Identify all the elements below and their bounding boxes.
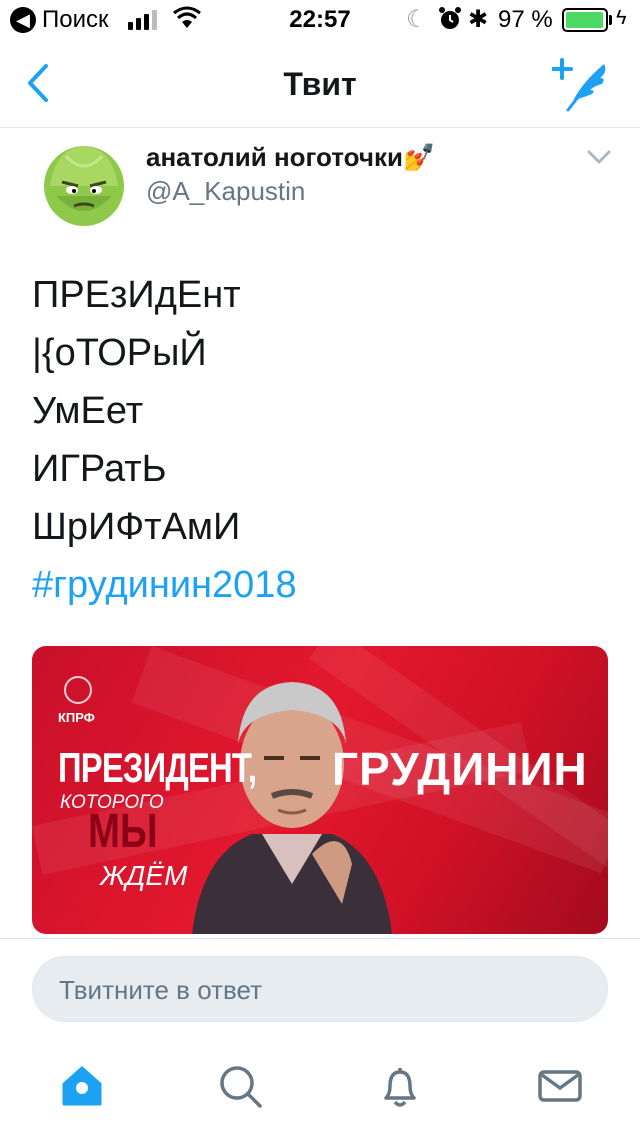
- navigation-bar: Твит: [0, 40, 640, 128]
- page-title: Твит: [283, 66, 357, 102]
- poster-accent: МЫ: [88, 805, 158, 858]
- tweet-text: ПРЕзИдЕнт |{оТОРыЙ УмЕет ИГРатЬ ШрИФтАмИ…: [32, 266, 612, 614]
- messages-icon[interactable]: [536, 1062, 584, 1110]
- tweet-detail-screen: ◀ Поиск 22:57 ☾ ✱ 97 % ϟ Твит анатолий н…: [0, 0, 640, 1136]
- battery-percent: 97 %: [498, 6, 553, 33]
- hammer-sickle-emblem-icon: [64, 676, 92, 704]
- search-icon[interactable]: [216, 1062, 264, 1110]
- party-label: КПРФ: [58, 710, 95, 725]
- charging-icon: ϟ: [616, 7, 627, 29]
- do-not-disturb-icon: ☾: [406, 6, 428, 33]
- tweet-media-image[interactable]: КПРФ ПРЕЗИДЕНТ, КОТОРОГО МЫ ЖДЁМ ГРУДИНИ…: [32, 646, 608, 934]
- cabbage-avatar-image: [44, 146, 124, 226]
- tweet-line: УмЕет: [32, 390, 144, 432]
- poster-headline: ПРЕЗИДЕНТ,: [58, 744, 257, 791]
- tweet-line: ПРЕзИдЕнт: [32, 274, 241, 316]
- status-bar: ◀ Поиск 22:57 ☾ ✱ 97 % ϟ: [0, 0, 640, 40]
- reply-input[interactable]: Твитните в ответ: [32, 956, 608, 1022]
- battery-icon: [562, 8, 608, 32]
- home-icon[interactable]: [58, 1062, 106, 1110]
- tweet-line: ШрИФтАмИ: [32, 506, 241, 548]
- author-name[interactable]: анатолий ноготочки💅: [146, 142, 435, 173]
- tweet-line: |{оТОРыЙ: [32, 332, 207, 374]
- compose-tweet-icon[interactable]: [552, 56, 612, 112]
- hashtag-link[interactable]: #грудинин2018: [32, 556, 612, 614]
- bluetooth-icon: ✱: [468, 6, 489, 33]
- poster-subline-2: ЖДЁМ: [100, 860, 188, 891]
- battery-level: [566, 12, 603, 28]
- battery-nub: [609, 15, 612, 25]
- tab-bar: [0, 1044, 640, 1136]
- alarm-icon: [439, 7, 461, 29]
- chevron-down-icon[interactable]: [586, 148, 612, 166]
- tweet-line: ИГРатЬ: [32, 448, 167, 490]
- author-handle[interactable]: @A_Kapustin: [146, 176, 305, 207]
- notifications-icon[interactable]: [376, 1062, 424, 1110]
- divider: [0, 938, 640, 939]
- poster-candidate-name: ГРУДИНИН: [332, 743, 588, 795]
- author-avatar[interactable]: [36, 136, 132, 232]
